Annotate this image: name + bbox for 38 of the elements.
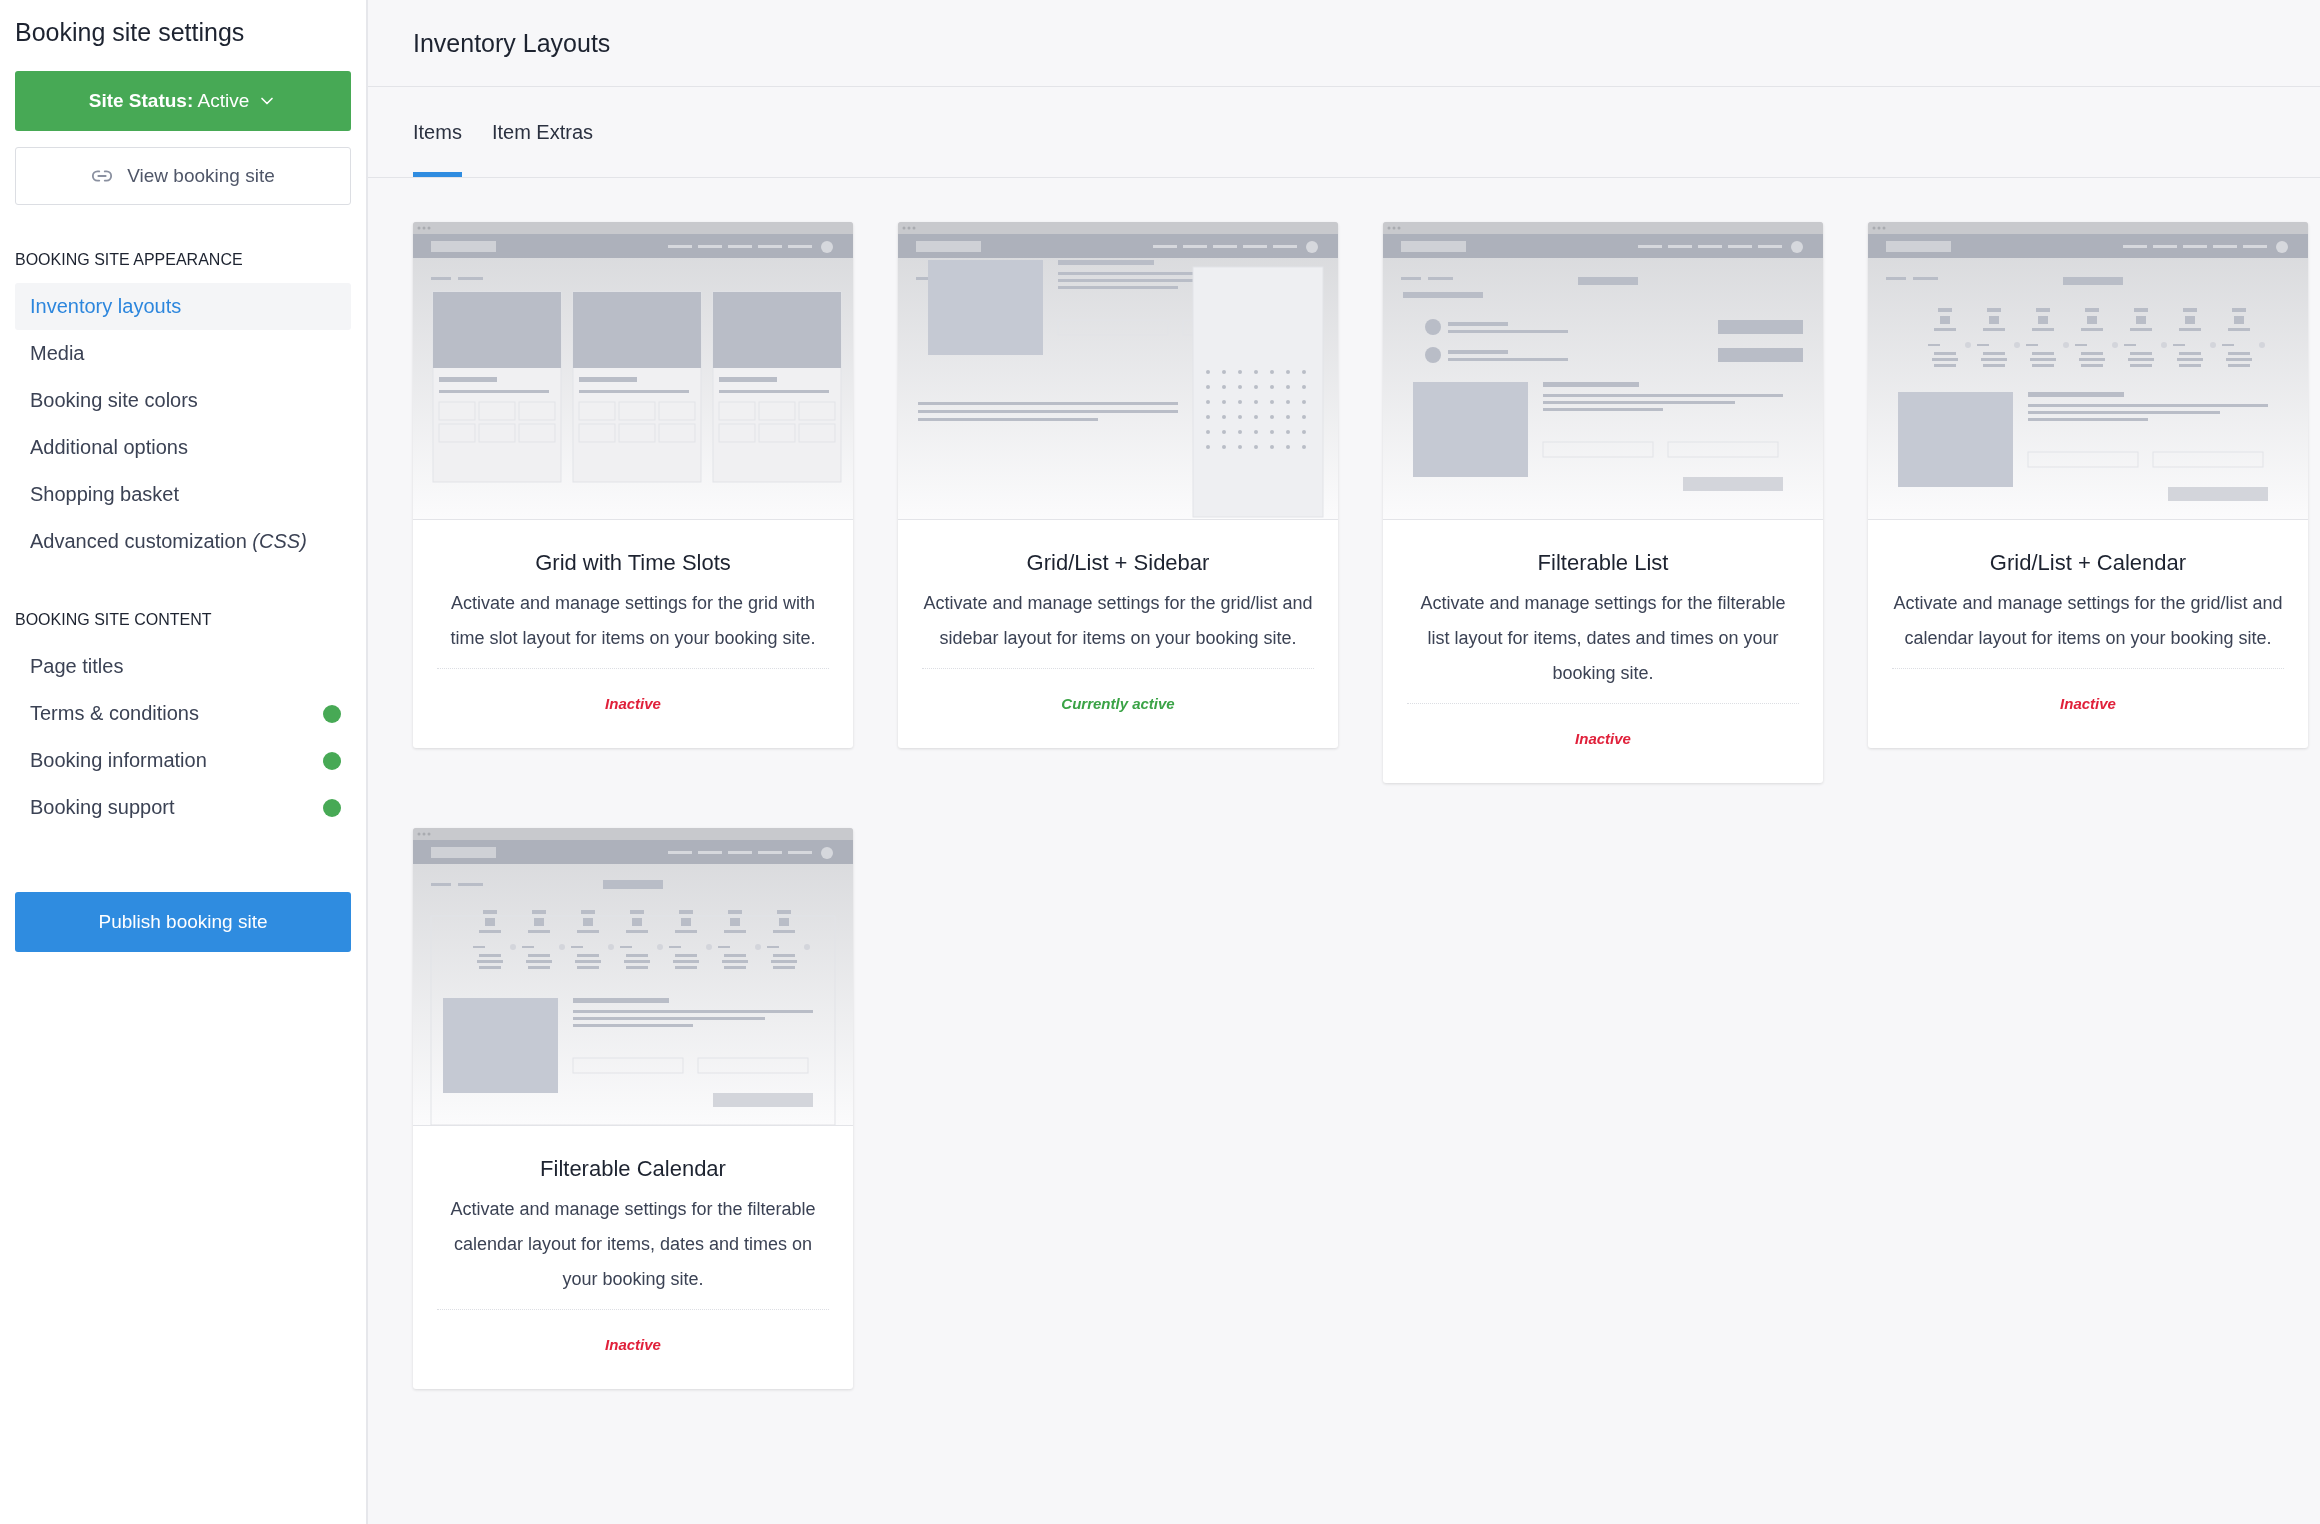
nav-item[interactable]: Terms & conditions bbox=[15, 690, 351, 737]
card-description: Activate and manage settings for the filterable list layout for items, dates and times on your booking site. bbox=[1407, 586, 1799, 704]
card-title: Filterable Calendar bbox=[540, 1156, 726, 1182]
layout-status: Inactive bbox=[1575, 730, 1631, 747]
view-booking-site-button[interactable]: View booking site bbox=[15, 147, 351, 205]
nav-item[interactable]: Media bbox=[15, 330, 351, 377]
card-description: Activate and manage settings for the grid with time slot layout for items on your booking site. bbox=[437, 586, 829, 669]
card-title: Filterable List bbox=[1537, 550, 1669, 576]
card-description: Activate and manage settings for the filterable calendar layout for items, dates and times on your booking site. bbox=[437, 1192, 829, 1310]
layout-status: Currently active bbox=[1061, 695, 1175, 712]
card-title: Grid/List + Sidebar bbox=[1026, 550, 1210, 576]
layout-status: Inactive bbox=[605, 695, 661, 712]
layout-status: Inactive bbox=[605, 1336, 661, 1353]
layout-status: Inactive bbox=[2060, 695, 2116, 712]
card-description: Activate and manage settings for the grid/list and calendar layout for items on your booking site. bbox=[1892, 586, 2284, 669]
nav-item[interactable]: Advanced customization (CSS) bbox=[15, 518, 351, 565]
nav-item[interactable]: Page titles bbox=[15, 643, 351, 690]
nav-item[interactable]: Booking support bbox=[15, 784, 351, 831]
page-title: Inventory Layouts bbox=[413, 28, 611, 58]
layout-card[interactable]: Grid/List + Calendar Activate and manage settings for the grid/list and calendar layout for items on your booking site. Inactive bbox=[1868, 222, 2308, 748]
section-heading: BOOKING SITE APPEARANCE bbox=[15, 251, 244, 269]
layout-card[interactable]: Grid/List + Sidebar Activate and manage settings for the grid/list and sidebar layout for items on your booking site. Currently active bbox=[898, 222, 1338, 748]
section-heading: BOOKING SITE CONTENT bbox=[15, 611, 213, 629]
nav-item[interactable]: Booking information bbox=[15, 737, 351, 784]
layout-card[interactable]: Grid with Time Slots Activate and manage settings for the grid with time slot layout for items on your booking site. Inactive bbox=[413, 222, 853, 748]
tab[interactable]: Items bbox=[413, 87, 462, 177]
nav-item[interactable]: Booking site colors bbox=[15, 377, 351, 424]
card-title: Grid with Time Slots bbox=[535, 550, 731, 576]
layout-card[interactable]: Filterable Calendar Activate and manage settings for the filterable calendar layout for items, dates and times on your booking site. Inactive bbox=[413, 828, 853, 1389]
sidebar-title: Booking site settings bbox=[15, 18, 246, 47]
publish-button[interactable]: Publish booking site bbox=[15, 892, 351, 952]
layout-card[interactable]: Filterable List Activate and manage settings for the filterable list layout for items, dates and times on your booking site. Inactive bbox=[1383, 222, 1823, 783]
nav-item[interactable]: Shopping basket bbox=[15, 471, 351, 518]
card-title: Grid/List + Calendar bbox=[1989, 550, 2187, 576]
nav-item[interactable]: Inventory layouts bbox=[15, 283, 351, 330]
tab[interactable]: Item Extras bbox=[491, 87, 594, 177]
nav-item[interactable]: Additional options bbox=[15, 424, 351, 471]
card-description: Activate and manage settings for the grid/list and sidebar layout for items on your booking site. bbox=[922, 586, 1314, 669]
